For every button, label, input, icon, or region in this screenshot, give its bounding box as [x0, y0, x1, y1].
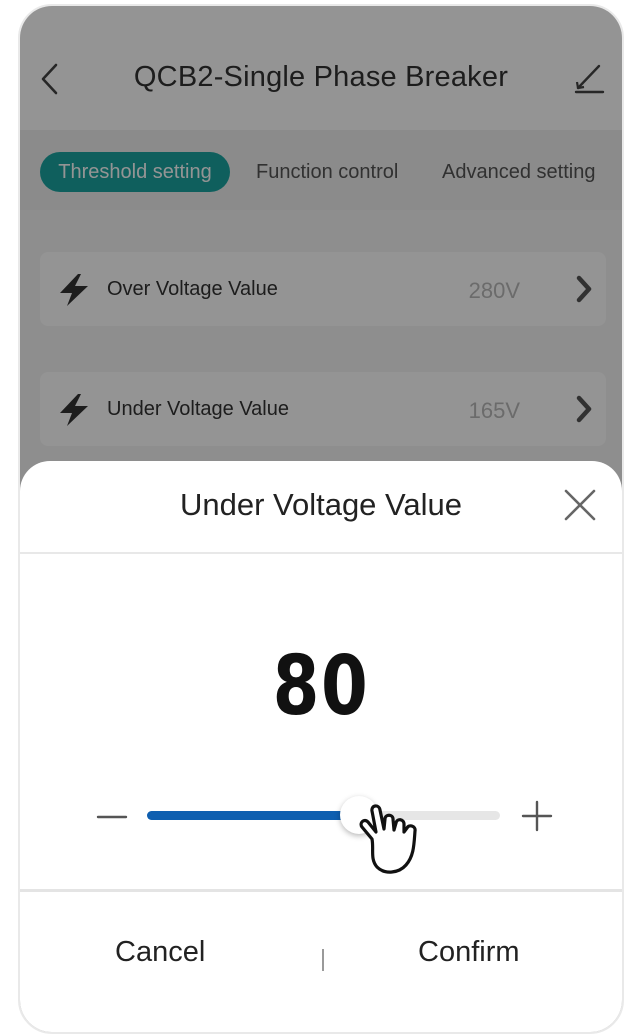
- value-dialog: Under Voltage Value 80 Cancel Confirm: [20, 461, 622, 1032]
- confirm-button[interactable]: Confirm: [418, 936, 520, 969]
- cancel-button[interactable]: Cancel: [115, 936, 205, 969]
- close-icon[interactable]: [560, 485, 600, 525]
- dialog-divider: [20, 889, 622, 892]
- slider-fill: [147, 811, 359, 820]
- current-value: 80: [272, 639, 370, 734]
- button-separator: [322, 949, 324, 971]
- phone-frame: QCB2-Single Phase Breaker Threshold sett…: [18, 4, 624, 1034]
- plus-icon[interactable]: [520, 799, 554, 833]
- minus-icon[interactable]: [96, 801, 128, 833]
- hand-pointer-icon: [359, 804, 417, 874]
- dialog-title: Under Voltage Value: [179, 487, 463, 522]
- value-slider[interactable]: [147, 796, 500, 834]
- dialog-divider: [20, 552, 622, 554]
